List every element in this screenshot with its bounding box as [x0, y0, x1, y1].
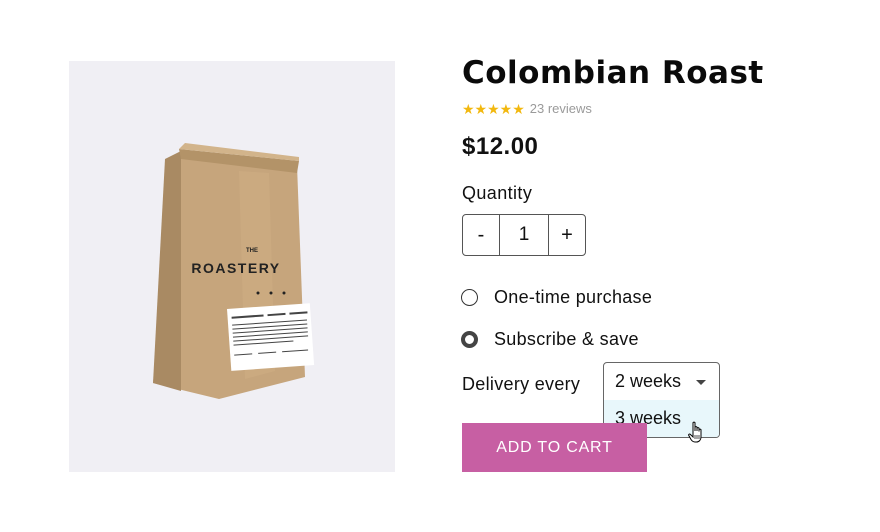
product-title: Colombian Roast [462, 55, 764, 91]
product-rating[interactable]: ★★★★★ 23 reviews [462, 101, 592, 117]
quantity-stepper: - 1 + [462, 214, 586, 256]
radio-unchecked-icon[interactable] [461, 289, 478, 306]
product-price: $12.00 [462, 133, 539, 160]
quantity-input[interactable]: 1 [499, 215, 549, 255]
bag-name-text: ROASTERY [191, 260, 280, 276]
quantity-label: Quantity [462, 183, 533, 203]
radio-checked-icon[interactable] [461, 331, 478, 348]
delivery-frequency-label: Delivery every [462, 374, 581, 394]
subscribe-save-option[interactable]: Subscribe & save [461, 329, 639, 350]
selected-delivery-frequency[interactable]: 2 weeks [604, 363, 719, 400]
star-rating-icon: ★★★★★ [462, 101, 525, 117]
add-to-cart-button[interactable]: ADD TO CART [462, 423, 647, 472]
increase-quantity-button[interactable]: + [549, 215, 585, 255]
one-time-purchase-option[interactable]: One-time purchase [461, 287, 652, 308]
coffee-bag-icon: THE ROASTERY [153, 143, 315, 399]
product-image: THE ROASTERY [69, 61, 395, 472]
bag-brand-text: THE [246, 248, 258, 254]
one-time-purchase-label: One-time purchase [494, 287, 653, 307]
subscribe-save-label: Subscribe & save [494, 329, 639, 349]
selected-frequency-text: 2 weeks [615, 371, 682, 391]
decrease-quantity-button[interactable]: - [463, 215, 499, 255]
reviews-link[interactable]: 23 reviews [530, 101, 592, 117]
caret-down-icon [696, 380, 706, 385]
hand-pointer-cursor-icon [688, 421, 702, 443]
